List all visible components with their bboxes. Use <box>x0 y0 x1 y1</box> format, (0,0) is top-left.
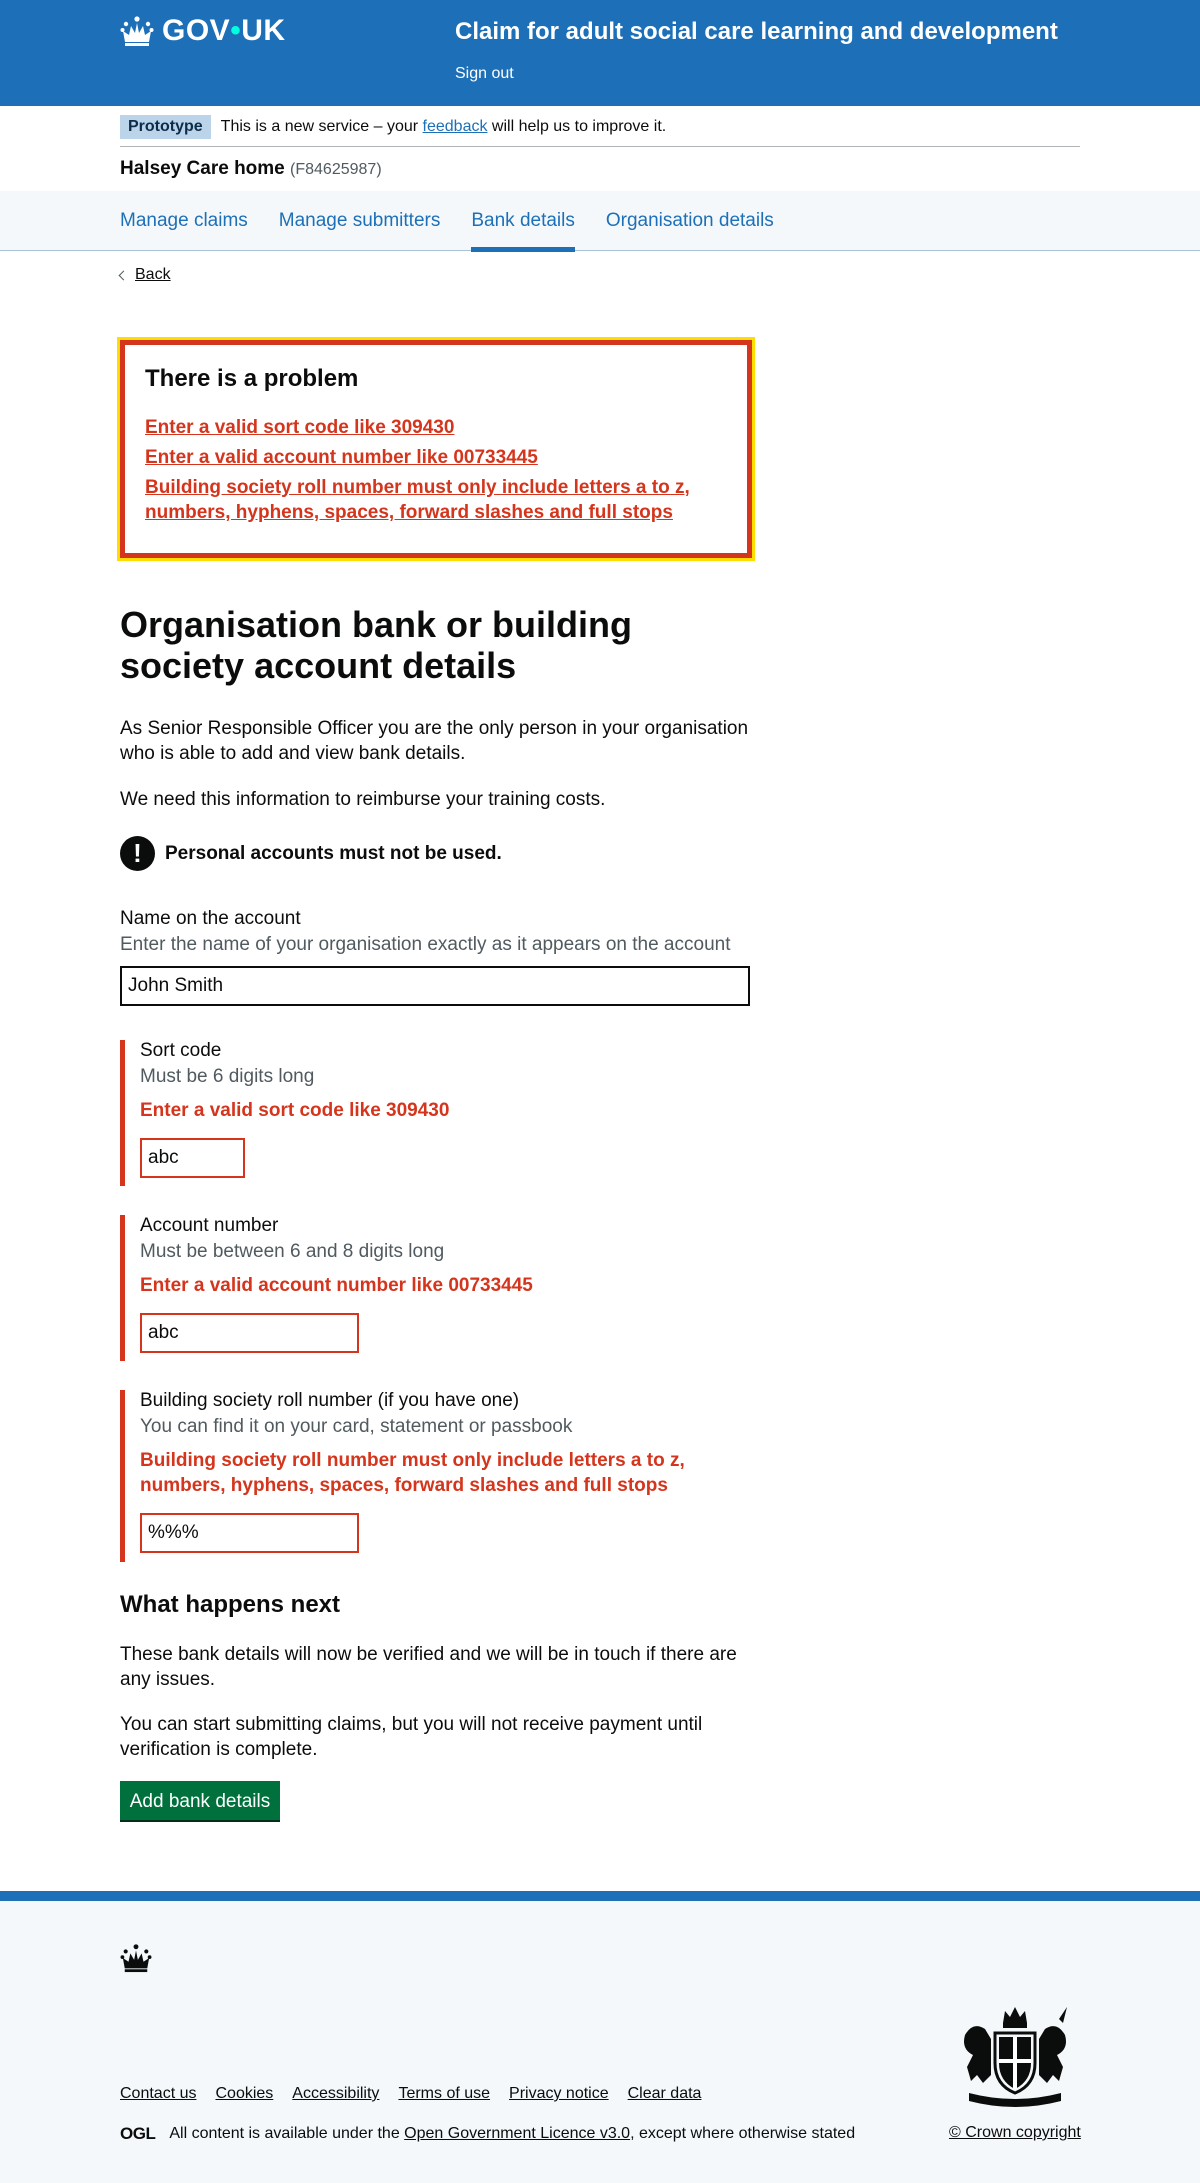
roll-number-input[interactable] <box>140 1513 359 1553</box>
licence-text: All content is available under the Open … <box>169 2125 856 2142</box>
warning-icon: ! <box>120 836 155 871</box>
footer-link-terms[interactable]: Terms of use <box>398 2085 490 2103</box>
footer-link-privacy[interactable]: Privacy notice <box>509 2085 609 2103</box>
nav-manage-claims[interactable]: Manage claims <box>120 191 248 251</box>
crown-copyright-link[interactable]: © Crown copyright <box>949 2124 1081 2142</box>
error-summary: There is a problem Enter a valid sort co… <box>117 337 755 561</box>
name-hint: Enter the name of your organisation exac… <box>120 934 731 955</box>
name-field-group: Name on the account Enter the name of yo… <box>120 908 750 1006</box>
chevron-left-icon <box>118 270 129 280</box>
govuk-logo-link[interactable]: GOV•UK <box>120 14 286 48</box>
what-happens-next-heading: What happens next <box>120 1591 341 1618</box>
roll-number-error: Building society roll number must only i… <box>140 1450 685 1496</box>
nav-organisation-details[interactable]: Organisation details <box>606 191 774 251</box>
page-title: Organisation bank or building society ac… <box>120 604 633 686</box>
royal-coat-of-arms-icon <box>964 2007 1067 2107</box>
footer-links: Contact us Cookies Accessibility Terms o… <box>120 2085 701 2103</box>
sort-code-field-group: Sort code Must be 6 digits long Enter a … <box>120 1040 760 1186</box>
footer-link-accessibility[interactable]: Accessibility <box>292 2085 379 2103</box>
ogl-logo-icon: OGL <box>120 2124 156 2143</box>
feedback-link[interactable]: feedback <box>423 118 488 135</box>
intro-paragraph-2: We need this information to reimburse yo… <box>120 789 606 810</box>
sort-code-label: Sort code <box>140 1040 222 1061</box>
back-link[interactable]: Back <box>118 266 171 284</box>
phase-tag: Prototype <box>120 115 211 139</box>
account-number-field-group: Account number Must be between 6 and 8 d… <box>120 1215 760 1361</box>
organisation-heading: Halsey Care home (F84625987) <box>120 158 382 180</box>
warning-text: ! Personal accounts must not be used. <box>120 836 502 871</box>
error-link-sort-code[interactable]: Enter a valid sort code like 309430 <box>145 417 454 438</box>
phase-banner: Prototype This is a new service – your f… <box>120 115 1080 147</box>
footer-licence: OGL All content is available under the O… <box>120 2124 855 2144</box>
account-number-error: Enter a valid account number like 007334… <box>140 1275 533 1296</box>
service-name-link[interactable]: Claim for adult social care learning and… <box>455 18 1058 46</box>
account-number-hint: Must be between 6 and 8 digits long <box>140 1241 445 1262</box>
phase-banner-text: This is a new service – your feedback wi… <box>220 118 667 135</box>
add-bank-details-button[interactable]: Add bank details <box>120 1781 280 1820</box>
sort-code-input[interactable] <box>140 1138 245 1178</box>
sub-navigation: Manage claims Manage submitters Bank det… <box>0 191 1200 252</box>
govuk-wordmark: GOV•UK <box>162 14 286 47</box>
footer-link-cookies[interactable]: Cookies <box>215 2085 273 2103</box>
organisation-id: (F84625987) <box>290 161 382 178</box>
nav-bank-details[interactable]: Bank details <box>471 191 575 252</box>
name-label: Name on the account <box>120 908 301 929</box>
crown-icon <box>120 1944 152 1973</box>
crown-icon <box>120 16 154 46</box>
govuk-header: GOV•UK Claim for adult social care learn… <box>0 0 1200 106</box>
roll-number-field-group: Building society roll number (if you hav… <box>120 1390 760 1562</box>
sign-out-link[interactable]: Sign out <box>455 65 514 83</box>
error-summary-title: There is a problem <box>145 365 359 392</box>
account-number-input[interactable] <box>140 1313 359 1353</box>
next-paragraph-2: You can start submitting claims, but you… <box>120 1714 703 1760</box>
account-number-label: Account number <box>140 1215 279 1236</box>
name-on-account-input[interactable] <box>120 966 750 1006</box>
warning-message: Personal accounts must not be used. <box>165 842 502 864</box>
roll-number-label: Building society roll number (if you hav… <box>140 1390 520 1411</box>
intro-paragraph-1: As Senior Responsible Officer you are th… <box>120 718 749 764</box>
footer: Contact us Cookies Accessibility Terms o… <box>0 1891 1200 2183</box>
nav-manage-submitters[interactable]: Manage submitters <box>279 191 441 251</box>
sort-code-hint: Must be 6 digits long <box>140 1066 315 1087</box>
footer-link-clear-data[interactable]: Clear data <box>628 2085 702 2103</box>
next-paragraph-1: These bank details will now be verified … <box>120 1644 737 1690</box>
organisation-name: Halsey Care home <box>120 158 285 179</box>
sort-code-error: Enter a valid sort code like 309430 <box>140 1100 450 1121</box>
roll-number-hint: You can find it on your card, statement … <box>140 1416 573 1437</box>
footer-link-contact-us[interactable]: Contact us <box>120 2085 196 2103</box>
error-link-roll-number[interactable]: Building society roll number must only i… <box>145 477 690 523</box>
ogl-licence-link[interactable]: Open Government Licence v3.0 <box>404 2125 630 2142</box>
error-link-account-number[interactable]: Enter a valid account number like 007334… <box>145 447 538 468</box>
